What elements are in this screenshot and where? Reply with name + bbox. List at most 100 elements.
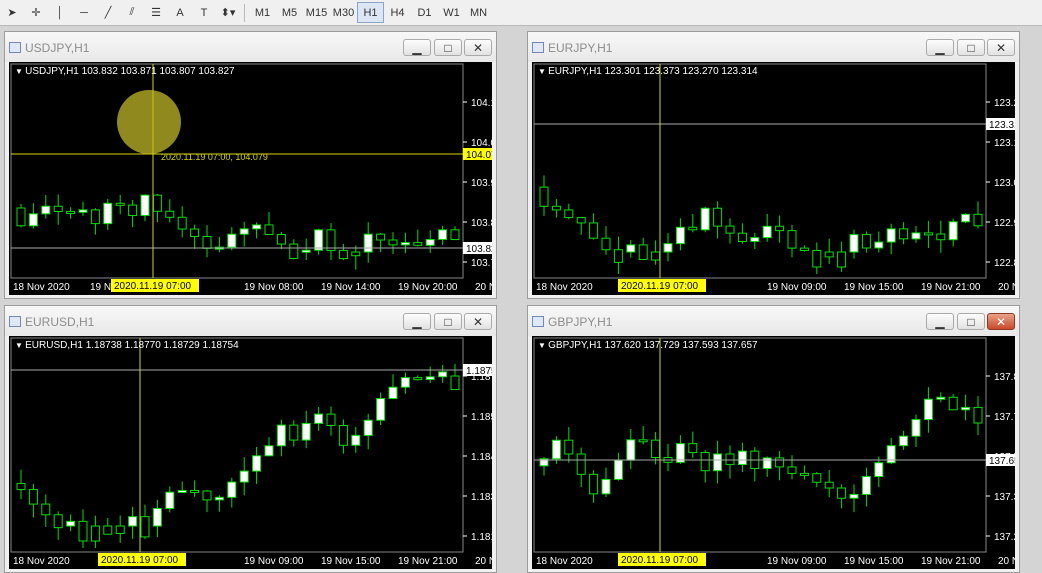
window-title: GBPJPY,H1 (548, 315, 613, 329)
text-icon[interactable]: A (168, 2, 192, 23)
candle-body (140, 194, 150, 216)
candle-body (787, 230, 797, 249)
dropdown-triangle-icon[interactable]: ▼ (15, 67, 25, 76)
ohlc-text: EURUSD,H1 1.18738 1.18770 1.18729 1.1875… (25, 340, 239, 351)
maximize-button[interactable]: □ (957, 313, 985, 330)
price-chart[interactable]: 137.875137.710137.545137.380137.21518 No… (532, 336, 1015, 569)
timeframe-h4-button[interactable]: H4 (384, 2, 411, 23)
candle-body (638, 244, 648, 260)
candle-body (103, 202, 113, 225)
candle-body (140, 516, 150, 538)
trendline-icon[interactable]: ╱ (96, 2, 120, 23)
candle-body (775, 457, 785, 468)
candle-body (923, 398, 933, 421)
window-titlebar[interactable]: GBPJPY,H1 ▁ □ ✕ (528, 306, 1019, 336)
x-tick-label: 19 Nov 08:00 (244, 282, 304, 293)
candle-body (613, 249, 623, 263)
candle-body (601, 478, 611, 495)
timeframe-m30-button[interactable]: M30 (330, 2, 357, 23)
timeframe-m15-button[interactable]: M15 (303, 2, 330, 23)
timeframe-h1-button[interactable]: H1 (357, 2, 384, 23)
candlestick-chart[interactable]: 123.295 123.185 123.075 122.965 122.855 18 No… (532, 62, 1015, 295)
candle-body (713, 207, 723, 227)
crosshair-icon[interactable]: ✛ (24, 2, 48, 23)
candle-body (973, 406, 983, 424)
minimize-button[interactable]: ▁ (403, 39, 431, 56)
chart-window-gbpjpy[interactable]: GBPJPY,H1 ▁ □ ✕ 137.875137.710137.545137… (527, 305, 1020, 573)
candle-body (351, 434, 361, 446)
minimize-button[interactable]: ▁ (926, 39, 954, 56)
x-tick-label: 18 Nov 2020 (536, 282, 593, 293)
candle-body (936, 396, 946, 400)
candle-body (66, 210, 76, 214)
chart-window-usdjpy[interactable]: USDJPY,H1 ▁ □ ✕ 104.140 104.035 103.930 103… (4, 31, 497, 299)
crosshair-time-label: 2020.11.19 07:00 (621, 281, 699, 292)
price-chart[interactable]: 1.187201.185851.184501.183151.1818018 No… (9, 336, 492, 569)
dropdown-triangle-icon[interactable]: ▼ (538, 67, 548, 76)
candle-body (799, 472, 809, 476)
fibonacci-icon[interactable]: ☰ (144, 2, 168, 23)
candle-body (239, 228, 249, 235)
chart-window-eurusd[interactable]: EURUSD,H1 ▁ □ ✕ 1.187201.185851.184501.1… (4, 305, 497, 573)
candle-body (177, 489, 187, 493)
candle-body (115, 202, 125, 206)
window-titlebar[interactable]: EURJPY,H1 ▁ □ ✕ (528, 32, 1019, 62)
timeframe-w1-button[interactable]: W1 (438, 2, 465, 23)
dropdown-triangle-icon[interactable]: ▼ (538, 341, 548, 350)
x-tick-label: 20 Nov 03:00 (998, 282, 1015, 293)
candle-body (911, 232, 921, 240)
chart-window-icon (532, 316, 544, 327)
candle-body (239, 470, 249, 483)
x-tick-label: 19 Nov 09:00 (767, 556, 827, 567)
candle-body (289, 424, 299, 441)
timeframe-m1-button[interactable]: M1 (249, 2, 276, 23)
candle-body (413, 377, 423, 381)
candle-body (663, 243, 673, 253)
candle-body (750, 237, 760, 242)
price-chart[interactable]: 123.295 123.185 123.075 122.965 122.855 18 No… (532, 62, 1015, 295)
candle-body (899, 435, 909, 447)
candle-body (190, 489, 200, 493)
candle-body (551, 205, 561, 211)
horizontal-line-icon[interactable]: ─ (72, 2, 96, 23)
candle-body (376, 398, 386, 421)
arrows-dropdown-icon[interactable]: ⬍▾ (216, 2, 240, 23)
toolbar: ➤ ✛ │ ─ ╱ ⫽ ☰ A T ⬍▾ M1 M5 M15 M30 H1 H4 D1 W1 MN (0, 0, 1042, 26)
dropdown-triangle-icon[interactable]: ▼ (15, 341, 25, 350)
window-titlebar[interactable]: USDJPY,H1 ▁ □ ✕ (5, 32, 496, 62)
crosshair-time-label: 2020.11.19 07:00 (114, 281, 192, 292)
candle-body (438, 229, 448, 240)
chart-ohlc-header: ▼ EURJPY,H1 123.301 123.373 123.270 123.… (538, 66, 758, 77)
candle-body (363, 419, 373, 436)
minimize-button[interactable]: ▁ (403, 313, 431, 330)
candlestick-chart[interactable]: 137.875137.710137.545137.380137.21518 No… (532, 336, 1015, 569)
text-label-icon[interactable]: T (192, 2, 216, 23)
window-titlebar[interactable]: EURUSD,H1 ▁ □ ✕ (5, 306, 496, 336)
y-tick-label: 1.18585 (471, 412, 492, 423)
timeframe-mn-button[interactable]: MN (465, 2, 492, 23)
close-button[interactable]: ✕ (987, 39, 1015, 56)
maximize-button[interactable]: □ (434, 313, 462, 330)
candle-body (438, 371, 448, 378)
candle-body (589, 222, 599, 239)
candle-body (601, 237, 611, 251)
maximize-button[interactable]: □ (957, 39, 985, 56)
close-button[interactable]: ✕ (987, 313, 1015, 330)
candle-body (576, 453, 586, 475)
maximize-button[interactable]: □ (434, 39, 462, 56)
close-button[interactable]: ✕ (464, 313, 492, 330)
vertical-line-icon[interactable]: │ (48, 2, 72, 23)
equidistant-channel-icon[interactable]: ⫽ (120, 2, 144, 23)
candlestick-chart[interactable]: 1.187201.185851.184501.183151.1818018 No… (9, 336, 492, 569)
minimize-button[interactable]: ▁ (926, 313, 954, 330)
close-button[interactable]: ✕ (464, 39, 492, 56)
timeframe-d1-button[interactable]: D1 (411, 2, 438, 23)
candle-body (849, 493, 859, 499)
price-chart[interactable]: 104.140 104.035 103.930 103.825 103.720 18 No… (9, 62, 492, 295)
chart-window-eurjpy[interactable]: EURJPY,H1 ▁ □ ✕ 123.295 123.185 123.075 122… (527, 31, 1020, 299)
drawing-tools: ➤ ✛ │ ─ ╱ ⫽ ☰ A T ⬍▾ (0, 0, 240, 25)
timeframe-m5-button[interactable]: M5 (276, 2, 303, 23)
candle-body (961, 213, 971, 223)
cursor-icon[interactable]: ➤ (0, 2, 24, 23)
candlestick-chart[interactable]: 104.140 104.035 103.930 103.825 103.720 18 No… (9, 62, 492, 295)
